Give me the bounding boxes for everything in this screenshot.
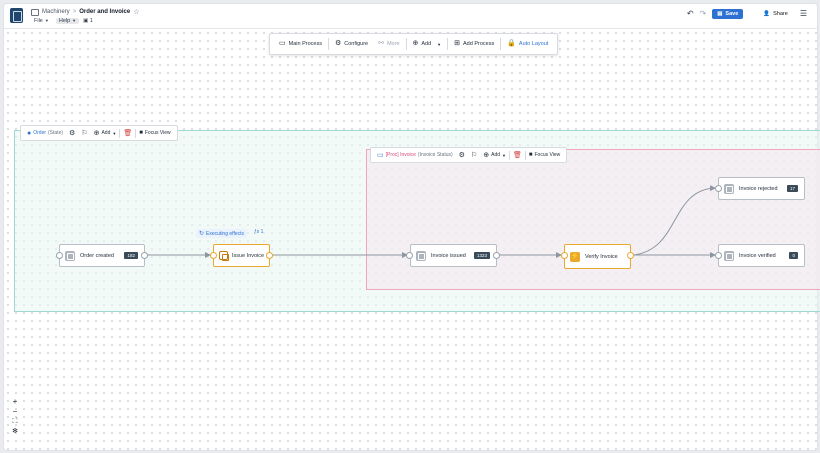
group-invoice-focus[interactable]: ■ Focus View bbox=[526, 152, 563, 158]
group-order-focus-label: Focus View bbox=[144, 130, 171, 136]
trash-icon[interactable]: 🗑 bbox=[510, 151, 525, 159]
add-icon: ⊕ bbox=[93, 130, 100, 137]
divider bbox=[327, 38, 329, 50]
add-process-icon: ⊞ bbox=[454, 40, 461, 47]
style-icon[interactable]: ⚐ bbox=[468, 151, 480, 159]
caret-down-icon: ▼ bbox=[112, 130, 117, 136]
port[interactable] bbox=[715, 185, 722, 192]
focus-icon: ■ bbox=[528, 152, 533, 158]
add-label: Add bbox=[421, 41, 432, 47]
count-badge: 182 bbox=[124, 252, 138, 259]
divider bbox=[405, 38, 407, 50]
group-order-sub: (State) bbox=[48, 130, 64, 136]
function-count[interactable]: ƒx 1 bbox=[254, 229, 263, 235]
group-order-focus[interactable]: ■ Focus View bbox=[136, 130, 173, 136]
action-node-icon bbox=[219, 251, 229, 261]
group-invoice-focus-label: Focus View bbox=[534, 152, 561, 158]
port[interactable] bbox=[561, 252, 568, 259]
more-icon: ⚯ bbox=[378, 40, 384, 47]
node-invoice-issued[interactable]: Invoice issued 1323 bbox=[410, 244, 497, 267]
port[interactable] bbox=[627, 252, 634, 259]
lock-icon: 🔒 bbox=[507, 40, 516, 47]
count-badge: 0 bbox=[789, 252, 798, 259]
node-order-created[interactable]: Order created 182 bbox=[59, 244, 145, 267]
more-label: More bbox=[386, 41, 400, 47]
state-node-icon bbox=[65, 250, 75, 261]
port[interactable] bbox=[406, 252, 413, 259]
gear-icon[interactable]: ⚙ bbox=[66, 129, 78, 137]
zoom-in-icon[interactable]: + bbox=[10, 397, 20, 407]
fit-icon[interactable]: ⛶ bbox=[10, 417, 20, 427]
node-invoice-rejected[interactable]: Invoice rejected 17 bbox=[718, 177, 805, 200]
process-icon: ▭ bbox=[377, 152, 384, 159]
graph-toolbar: ▭ Main Process ⚙ Configure ⚯ More ⊕ Add ▼ ⊞ Ad… bbox=[269, 33, 559, 55]
group-invoice-sub: (Invoice Status) bbox=[417, 152, 453, 158]
zoom-out-icon[interactable]: − bbox=[10, 407, 20, 417]
add-icon: ⊕ bbox=[412, 40, 419, 47]
add-process-button[interactable]: ⊞ Add Process bbox=[449, 40, 499, 48]
effects-label: Executing effects bbox=[206, 230, 245, 237]
configure-label: Configure bbox=[344, 41, 369, 47]
gear-icon[interactable]: ⚙ bbox=[456, 151, 468, 159]
executing-effects-badge[interactable]: ↻ Executing effects bbox=[196, 229, 248, 238]
node-invoice-verified[interactable]: Invoice verified 0 bbox=[718, 244, 805, 267]
divider bbox=[447, 38, 449, 50]
process-icon: ▭ bbox=[279, 40, 286, 47]
group-invoice-add[interactable]: ⊕ Add ▼ bbox=[480, 151, 509, 159]
function-icon: ƒx bbox=[254, 229, 260, 235]
group-invoice-title[interactable]: ▭ [Proc] Invoice (Invoice Status) bbox=[374, 151, 456, 159]
add-process-label: Add Process bbox=[463, 41, 495, 47]
node-order-created-label: Order created bbox=[80, 252, 114, 259]
zoom-controls: + − ⛶ ✻ bbox=[10, 397, 20, 437]
group-invoice-header: ▭ [Proc] Invoice (Invoice Status) ⚙ ⚐ ⊕ Add… bbox=[370, 147, 568, 163]
node-invoice-rejected-label: Invoice rejected bbox=[739, 185, 778, 192]
node-issue-invoice-label: Issue Invoice bbox=[232, 252, 265, 259]
node-verify-invoice-label: Verify Invoice bbox=[585, 253, 618, 260]
settings-icon[interactable]: ✻ bbox=[10, 427, 20, 437]
state-node-icon bbox=[724, 250, 734, 261]
caret-down-icon: ▼ bbox=[502, 152, 506, 158]
state-icon: ● bbox=[27, 129, 32, 137]
port[interactable] bbox=[141, 252, 148, 259]
caret-down-icon: ▼ bbox=[437, 41, 442, 47]
group-order-header: ● Order (State) ⚙ ⚐ ⊕ Add ▼ 🗑 ■ Focus View bbox=[20, 125, 178, 141]
style-icon[interactable]: ⚐ bbox=[78, 129, 90, 137]
port[interactable] bbox=[266, 252, 273, 259]
gear-icon: ⚙ bbox=[334, 40, 342, 47]
auto-layout-button[interactable]: 🔒 Auto Layout bbox=[502, 40, 553, 48]
main-process-button[interactable]: ▭ Main Process bbox=[274, 40, 327, 48]
main-process-label: Main Process bbox=[288, 41, 322, 47]
port[interactable] bbox=[210, 252, 217, 259]
divider bbox=[500, 38, 502, 50]
port[interactable] bbox=[493, 252, 500, 259]
edges-layer bbox=[146, 185, 716, 258]
group-order-add-label: Add bbox=[101, 130, 111, 136]
count-badge: 1323 bbox=[473, 252, 490, 259]
node-verify-invoice[interactable]: ⚡ Verify Invoice bbox=[564, 244, 631, 269]
auto-layout-label: Auto Layout bbox=[518, 41, 549, 47]
more-button[interactable]: ⚯ More bbox=[373, 40, 404, 48]
trash-icon[interactable]: 🗑 bbox=[120, 129, 135, 137]
state-node-icon bbox=[416, 250, 426, 261]
node-invoice-issued-label: Invoice issued bbox=[431, 252, 466, 259]
configure-button[interactable]: ⚙ Configure bbox=[330, 40, 373, 48]
group-order-title[interactable]: ● Order (State) bbox=[24, 130, 66, 137]
state-node-icon bbox=[724, 183, 734, 194]
focus-icon: ■ bbox=[139, 130, 143, 136]
refresh-icon: ↻ bbox=[199, 231, 205, 237]
group-invoice-add-label: Add bbox=[491, 152, 501, 158]
port[interactable] bbox=[56, 252, 63, 259]
node-issue-invoice[interactable]: Issue Invoice bbox=[213, 244, 270, 267]
port[interactable] bbox=[715, 252, 722, 259]
group-order-name: Order bbox=[33, 130, 47, 136]
node-invoice-verified-label: Invoice verified bbox=[739, 252, 776, 259]
add-button[interactable]: ⊕ Add ▼ bbox=[408, 40, 447, 48]
edge-verify-to-rejected bbox=[632, 185, 716, 256]
group-invoice-name: [Proc] Invoice bbox=[385, 152, 416, 158]
bolt-icon: ⚡ bbox=[570, 251, 580, 262]
add-icon: ⊕ bbox=[483, 152, 490, 159]
group-order-add[interactable]: ⊕ Add ▼ bbox=[91, 129, 120, 137]
count-badge: 17 bbox=[786, 185, 798, 192]
fx-count: 1 bbox=[260, 229, 264, 235]
